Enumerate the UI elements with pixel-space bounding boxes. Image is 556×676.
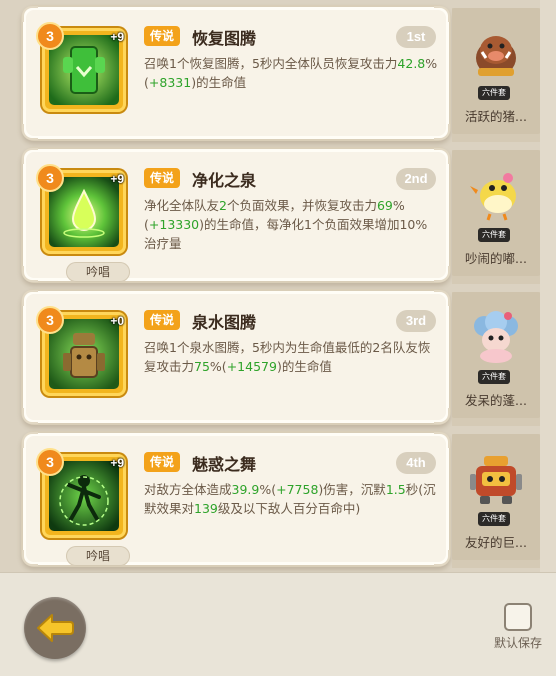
sheep-pet-icon (464, 302, 528, 366)
back-arrow-icon (37, 614, 74, 642)
pet-tag: 六件套 (478, 512, 510, 526)
pet-tag: 六件套 (478, 86, 510, 100)
enhance-level: +9 (110, 172, 124, 186)
pet-name: 发呆的蓬... (465, 393, 527, 408)
pet-slot[interactable]: 六件套 友好的巨... (452, 434, 540, 568)
skill-row[interactable]: 3 +0 传说 泉水图腾 3rd 召唤1个泉水图腾，5秒内为生命值最低的2名队友… (0, 290, 556, 426)
droplet-icon[interactable]: 3 +9 (36, 164, 126, 254)
skill-description: 净化全体队友2个负面效果，并恢复攻击力69%(+13330)的生命值，每净化1个… (144, 198, 428, 251)
rarity-badge: 传说 (144, 310, 181, 330)
level-badge: 3 (36, 22, 64, 50)
default-save-label: 默认保存 (493, 636, 542, 650)
skill-description: 召唤1个泉水图腾，5秒内为生命值最低的2名队友恢复攻击力75%(+14579)的… (144, 340, 431, 374)
skill-name: 净化之泉 (192, 171, 257, 190)
rank-badge: 4th (396, 452, 436, 474)
default-save-checkbox[interactable] (504, 603, 532, 631)
spring-totem-icon[interactable]: 3 +0 (36, 306, 126, 396)
chant-tag: 吟唱 (66, 262, 130, 282)
rarity-badge: 传说 (144, 26, 181, 46)
enhance-level: +9 (110, 456, 124, 470)
skill-name: 泉水图腾 (192, 313, 257, 332)
rank-badge: 3rd (396, 310, 436, 332)
skill-card[interactable]: 3 +9 吟唱 传说 净化之泉 2nd 净化全体队友2个负面效果，并恢复攻击力6… (22, 148, 450, 282)
bird-pet-icon (464, 160, 528, 224)
skill-name: 魅惑之舞 (192, 455, 257, 474)
skill-name: 恢复图腾 (192, 29, 257, 48)
pet-slot[interactable]: 六件套 发呆的蓬... (452, 292, 540, 426)
pet-slot[interactable]: 六件套 吵闹的嘟... (452, 150, 540, 284)
skill-description: 对敌方全体造成39.9%(+7758)伤害，沉默1.5秒(沉默效果对139级及以… (144, 482, 436, 516)
pet-tag: 六件套 (478, 228, 510, 242)
skill-list: 3 +9 传说 恢复图腾 1st 召唤1个恢复图腾，5秒内全体队员恢复攻击力42… (0, 0, 556, 572)
rank-badge: 1st (396, 26, 436, 48)
skill-card[interactable]: 3 +0 传说 泉水图腾 3rd 召唤1个泉水图腾，5秒内为生命值最低的2名队友… (22, 290, 450, 424)
scroll-edge (540, 0, 556, 572)
skill-row[interactable]: 3 +9 传说 恢复图腾 1st 召唤1个恢复图腾，5秒内全体队员恢复攻击力42… (0, 6, 556, 142)
level-badge: 3 (36, 306, 64, 334)
pet-name: 吵闹的嘟... (465, 251, 527, 266)
dancer-icon[interactable]: 3 +9 (36, 448, 126, 538)
pet-name: 友好的巨... (465, 535, 527, 550)
chant-tag: 吟唱 (66, 546, 130, 566)
totem-icon[interactable]: 3 +9 (36, 22, 126, 112)
skill-description: 召唤1个恢复图腾，5秒内全体队员恢复攻击力42.8%(+8331)的生命值 (144, 56, 438, 90)
boar-pet-icon (464, 18, 528, 82)
footer-bar: 默认保存 (0, 572, 556, 676)
pet-name: 活跃的猪... (465, 109, 527, 124)
back-button[interactable] (24, 597, 86, 659)
rarity-badge: 传说 (144, 452, 181, 472)
enhance-level: +9 (110, 30, 124, 44)
rarity-badge: 传说 (144, 168, 181, 188)
skill-row[interactable]: 3 +9 吟唱 传说 魅惑之舞 4th 对敌方全体造成39.9%(+7758)伤… (0, 432, 556, 568)
enhance-level: +0 (110, 314, 124, 328)
level-badge: 3 (36, 164, 64, 192)
pet-slot[interactable]: 六件套 活跃的猪... (452, 8, 540, 142)
level-badge: 3 (36, 448, 64, 476)
skill-card[interactable]: 3 +9 传说 恢复图腾 1st 召唤1个恢复图腾，5秒内全体队员恢复攻击力42… (22, 6, 450, 140)
skill-card[interactable]: 3 +9 吟唱 传说 魅惑之舞 4th 对敌方全体造成39.9%(+7758)伤… (22, 432, 450, 566)
pet-tag: 六件套 (478, 370, 510, 384)
robot-pet-icon (464, 444, 528, 508)
rank-badge: 2nd (396, 168, 436, 190)
skill-row[interactable]: 3 +9 吟唱 传说 净化之泉 2nd 净化全体队友2个负面效果，并恢复攻击力6… (0, 148, 556, 284)
